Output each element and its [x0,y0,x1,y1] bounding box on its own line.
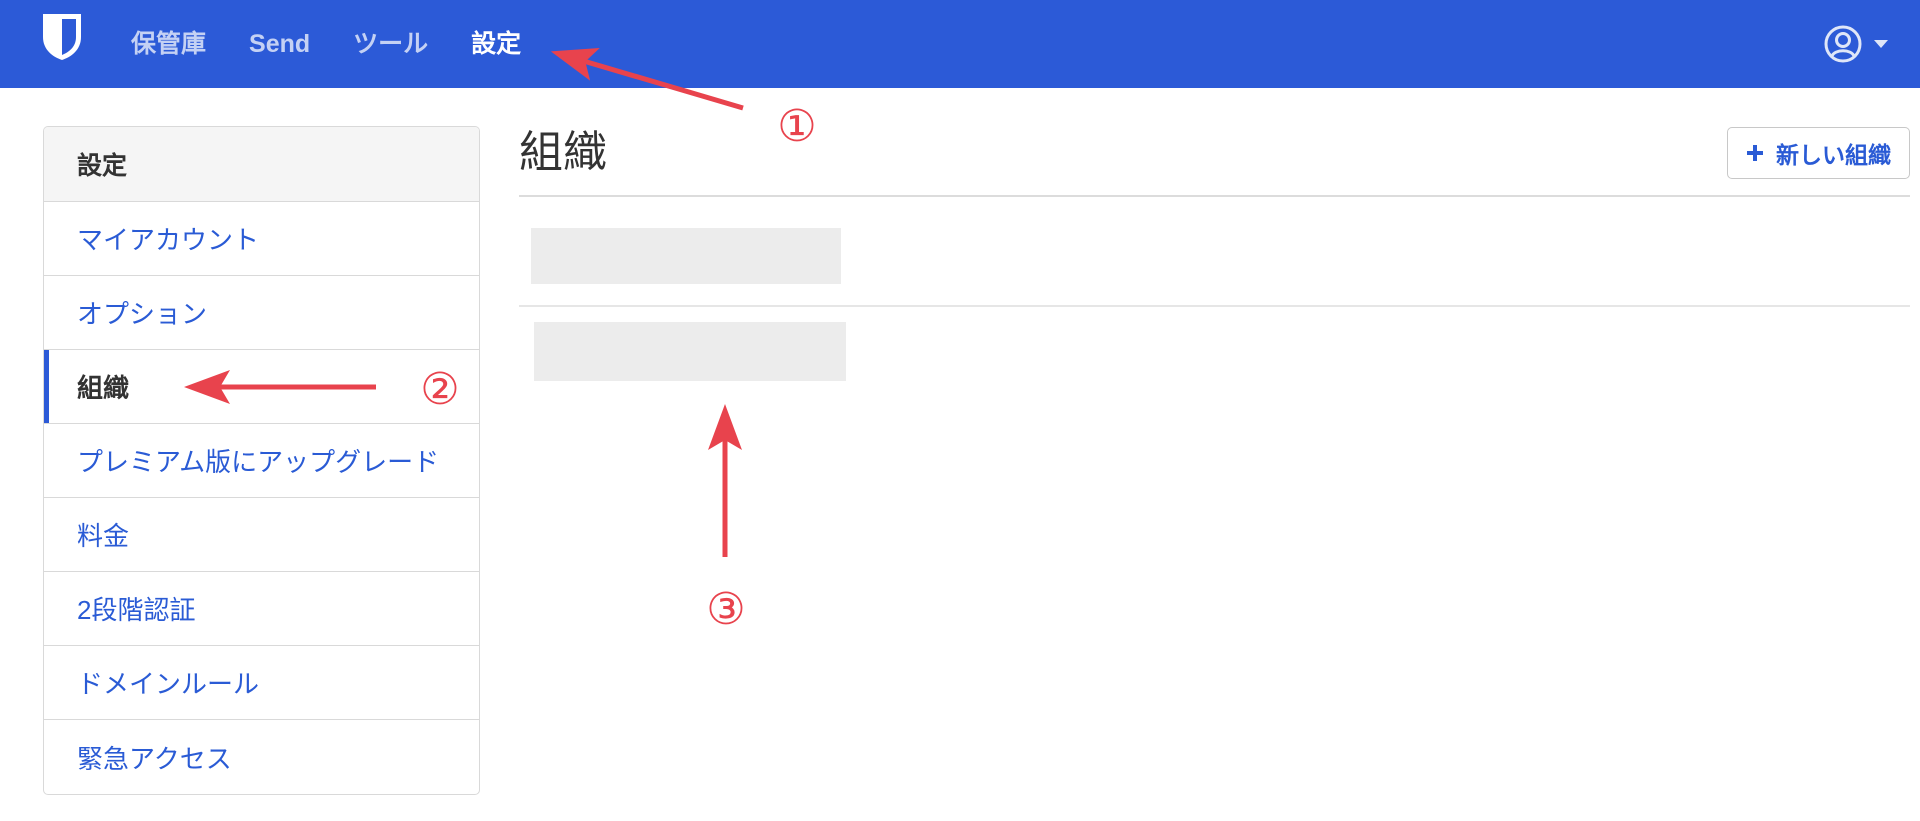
page-title: 組織 [519,128,607,177]
plus-icon [1746,144,1764,162]
account-menu[interactable] [1824,18,1888,70]
new-organization-button[interactable]: 新しい組織 [1727,127,1910,179]
sidebar-item-emergency-access[interactable]: 緊急アクセス [44,720,479,794]
sidebar-item-two-step-login[interactable]: 2段階認証 [44,572,479,646]
redacted-organization-name [531,228,841,284]
annotation-marker-3: ③ [706,584,746,635]
top-navbar: 保管庫 Send ツール 設定 [0,0,1920,88]
nav-item-send[interactable]: Send [249,31,310,57]
shield-logo-icon[interactable] [40,12,84,62]
sidebar-item-options[interactable]: オプション [44,276,479,350]
user-circle-icon[interactable] [1824,25,1862,63]
settings-sidebar: 設定 マイアカウント オプション 組織 プレミアム版にアップグレード 料金 2段… [43,126,480,795]
sidebar-item-my-account[interactable]: マイアカウント [44,202,479,276]
sidebar-item-premium-upgrade[interactable]: プレミアム版にアップグレード [44,424,479,498]
nav-item-vault[interactable]: 保管庫 [131,31,206,57]
new-organization-button-label: 新しい組織 [1776,142,1891,168]
annotation-marker-1: ① [777,101,817,152]
nav-item-settings[interactable]: 設定 [471,31,521,57]
nav-item-tools[interactable]: ツール [353,31,428,57]
caret-down-icon[interactable] [1874,40,1888,48]
sidebar-item-billing[interactable]: 料金 [44,498,479,572]
sidebar-item-domain-rules[interactable]: ドメインルール [44,646,479,720]
sidebar-item-organizations[interactable]: 組織 [44,350,479,424]
organization-row[interactable] [519,197,1910,307]
sidebar-header: 設定 [44,127,479,202]
main-nav: 保管庫 Send ツール 設定 [131,0,521,88]
redacted-organization-name [534,322,846,381]
organization-row[interactable] [519,307,1910,397]
